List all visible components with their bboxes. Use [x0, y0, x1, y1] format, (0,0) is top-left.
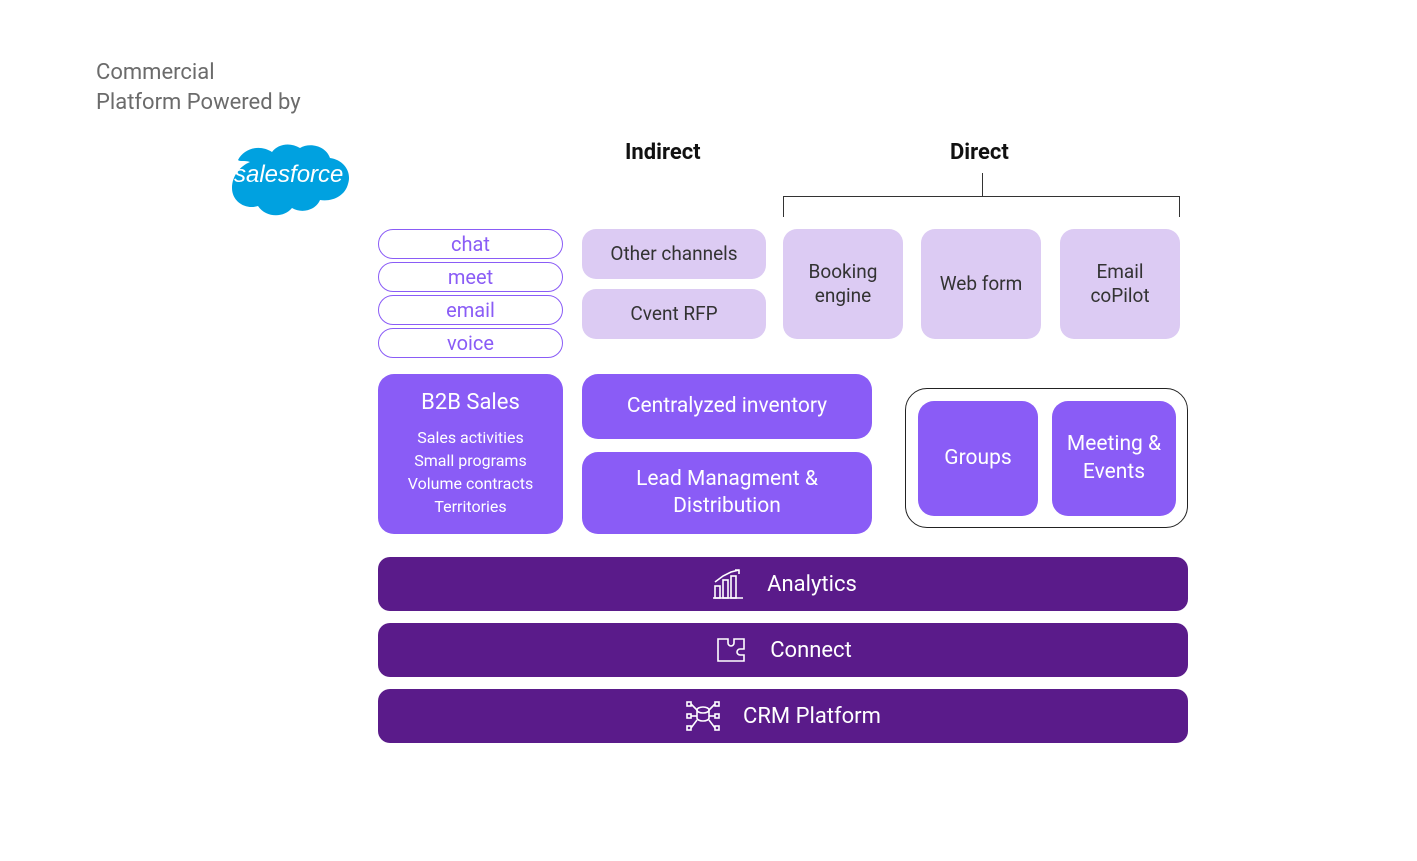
b2b-items: Sales activities Small programs Volume c… [408, 426, 533, 519]
indirect-cvent-rfp: Cvent RFP [582, 289, 766, 339]
pill-voice: voice [378, 328, 563, 358]
platform-icon [685, 700, 721, 732]
b2b-item: Volume contracts [408, 472, 533, 495]
lead-management-box: Lead Managment & Distribution [582, 452, 872, 534]
direct-email-copilot: Email coPilot [1060, 229, 1180, 339]
b2b-title: B2B Sales [421, 389, 520, 418]
b2b-item: Territories [408, 495, 533, 518]
pill-email: email [378, 295, 563, 325]
b2b-sales-box: B2B Sales Sales activities Small program… [378, 374, 563, 534]
direct-booking-engine: Booking engine [783, 229, 903, 339]
header-title: Commercial Platform Powered by [96, 58, 301, 117]
pill-chat: chat [378, 229, 563, 259]
cloud-icon: salesforce [200, 130, 360, 240]
connect-bar: Connect [378, 623, 1188, 677]
direct-column-label: Direct [950, 140, 1009, 165]
crm-platform-label: CRM Platform [743, 704, 881, 729]
analytics-label: Analytics [767, 572, 857, 597]
groups-box: Groups [918, 401, 1038, 516]
connect-label: Connect [770, 638, 852, 663]
direct-bracket [783, 196, 1180, 197]
analytics-icon [709, 568, 745, 600]
salesforce-logo: salesforce [200, 130, 360, 244]
b2b-item: Small programs [408, 449, 533, 472]
crm-platform-bar: CRM Platform [378, 689, 1188, 743]
header-line-2: Platform Powered by [96, 90, 301, 115]
b2b-item: Sales activities [408, 426, 533, 449]
salesforce-wordmark: salesforce [234, 161, 343, 188]
header-line-1: Commercial [96, 60, 215, 85]
direct-web-form: Web form [921, 229, 1041, 339]
indirect-other-channels: Other channels [582, 229, 766, 279]
indirect-column-label: Indirect [625, 140, 701, 165]
puzzle-icon [714, 635, 748, 665]
analytics-bar: Analytics [378, 557, 1188, 611]
meeting-events-box: Meeting & Events [1052, 401, 1176, 516]
centralized-inventory-box: Centralyzed inventory [582, 374, 872, 439]
pill-meet: meet [378, 262, 563, 292]
